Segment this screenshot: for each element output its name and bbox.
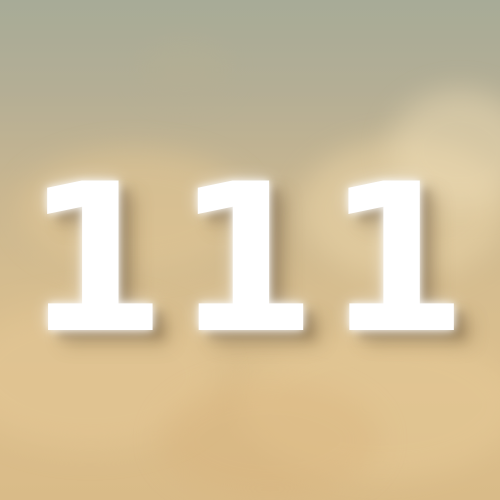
sky-background: 111 <box>0 0 500 500</box>
cloud <box>140 40 230 100</box>
angel-number-text: 111 <box>24 141 476 379</box>
cloud <box>160 380 380 500</box>
